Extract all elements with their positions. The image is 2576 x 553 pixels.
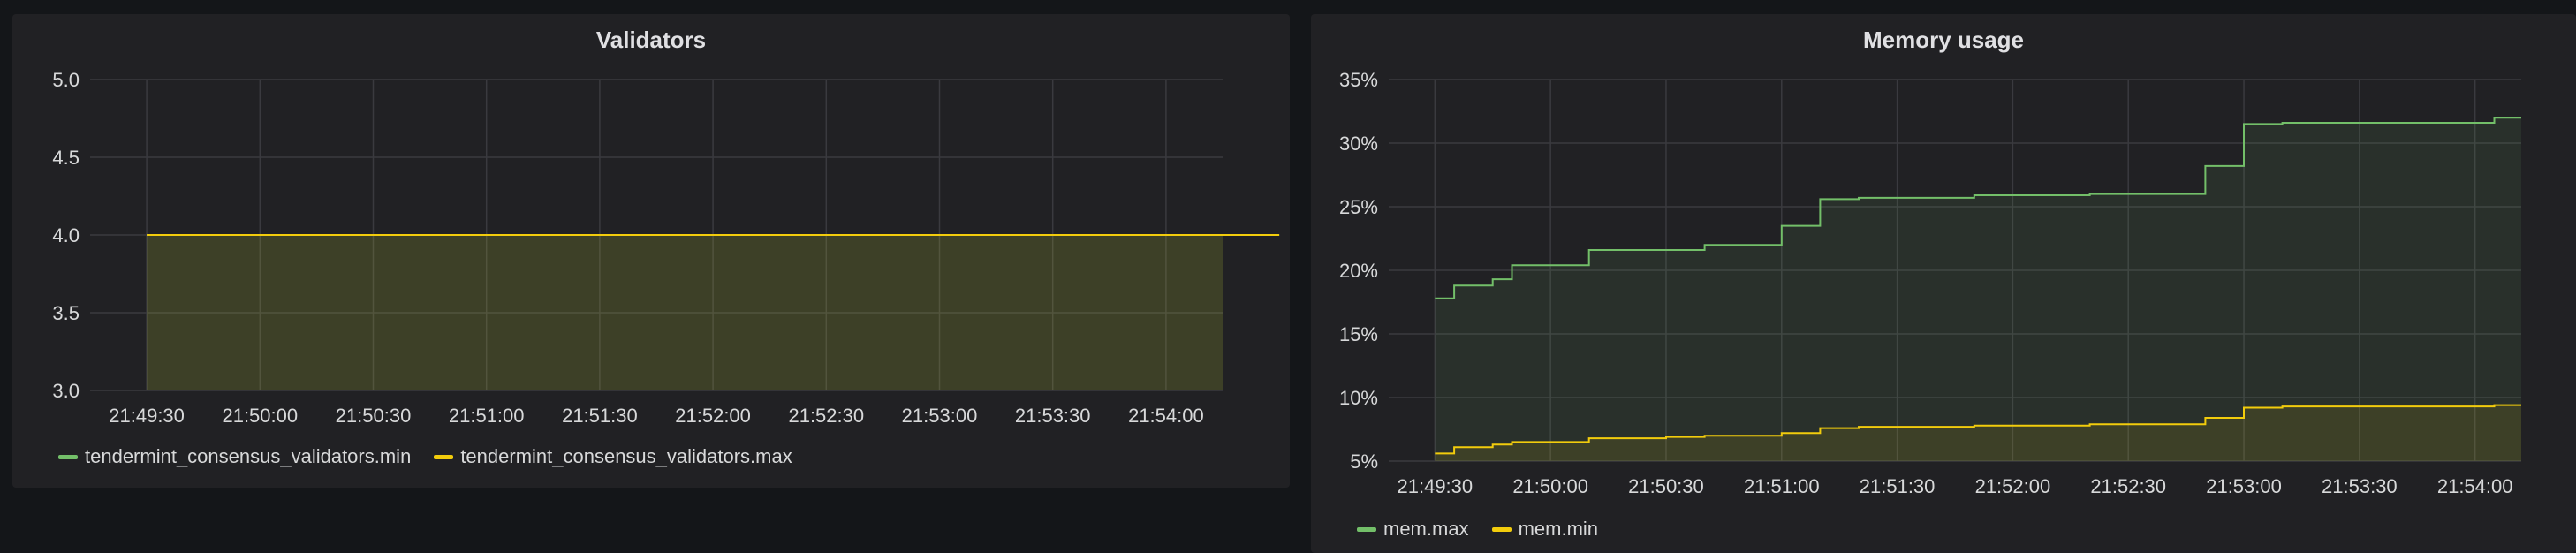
x-tick-label: 21:52:30 [788, 405, 864, 427]
x-tick-label: 21:50:00 [1512, 475, 1588, 497]
legend-item-validators-min[interactable]: tendermint_consensus_validators.min [58, 445, 411, 468]
x-tick-label: 21:53:30 [2322, 475, 2398, 497]
series-area-tendermint_consensus_validators.max [147, 235, 1280, 390]
y-tick-label: 35% [1339, 69, 1378, 91]
legend-swatch-yellow [434, 454, 454, 459]
validators-panel: Validators 3.0 3.5 4.0 4.5 5.0 21:49:30 21:50:… [12, 14, 1290, 488]
x-tick-label: 21:50:00 [222, 405, 298, 427]
x-tick-label: 21:50:30 [336, 405, 412, 427]
x-tick-label: 21:54:00 [2437, 475, 2513, 497]
x-tick-label: 21:52:00 [1975, 475, 2051, 497]
legend-item-mem-min[interactable]: mem.min [1491, 518, 1599, 541]
x-tick-label: 21:49:30 [1398, 475, 1474, 497]
x-tick-label: 21:51:00 [1744, 475, 1820, 497]
x-tick-label: 21:52:00 [675, 405, 751, 427]
y-tick-label: 3.0 [52, 380, 80, 402]
x-tick-label: 21:53:00 [2206, 475, 2282, 497]
memory-usage-chart[interactable]: 5% 10% 15% 20% 25% 30% 35% 21:49:30 21:50:00 21:5… [1311, 14, 2576, 553]
y-tick-label: 25% [1339, 196, 1378, 218]
y-tick-label: 4.5 [52, 147, 80, 169]
x-tick-label: 21:49:30 [109, 405, 185, 427]
y-tick-label: 5.0 [52, 69, 80, 91]
x-tick-label: 21:52:30 [2090, 475, 2166, 497]
y-tick-label: 5% [1350, 451, 1378, 473]
legend-item-validators-max[interactable]: tendermint_consensus_validators.max [434, 445, 792, 468]
legend-label: mem.min [1518, 518, 1599, 540]
legend-label: mem.max [1383, 518, 1469, 540]
legend-swatch-green [1357, 526, 1376, 532]
y-tick-label: 30% [1339, 133, 1378, 155]
y-tick-label: 20% [1339, 260, 1378, 282]
memory-legend: mem.max mem.min [1357, 518, 1598, 541]
legend-label: tendermint_consensus_validators.max [460, 445, 792, 467]
validators-chart[interactable]: 3.0 3.5 4.0 4.5 5.0 21:49:30 21:50:00 21:50:30 2… [12, 14, 1290, 488]
x-tick-label: 21:54:00 [1128, 405, 1204, 427]
memory-usage-panel: Memory usage 5% 10% 15% 20% 25% 30% 35% 21:49:3… [1311, 14, 2576, 553]
x-tick-label: 21:53:00 [902, 405, 978, 427]
legend-swatch-green [58, 454, 78, 459]
y-tick-label: 4.0 [52, 224, 80, 246]
y-tick-label: 3.5 [52, 302, 80, 324]
y-tick-label: 15% [1339, 323, 1378, 345]
legend-item-mem-max[interactable]: mem.max [1357, 518, 1469, 541]
x-tick-label: 21:51:30 [562, 405, 638, 427]
x-tick-label: 21:51:30 [1860, 475, 1936, 497]
x-tick-label: 21:50:30 [1628, 475, 1704, 497]
y-tick-label: 10% [1339, 387, 1378, 409]
x-tick-label: 21:53:30 [1015, 405, 1091, 427]
validators-legend: tendermint_consensus_validators.min tend… [58, 445, 792, 468]
legend-label: tendermint_consensus_validators.min [85, 445, 412, 467]
x-tick-label: 21:51:00 [449, 405, 525, 427]
legend-swatch-yellow [1491, 526, 1512, 532]
